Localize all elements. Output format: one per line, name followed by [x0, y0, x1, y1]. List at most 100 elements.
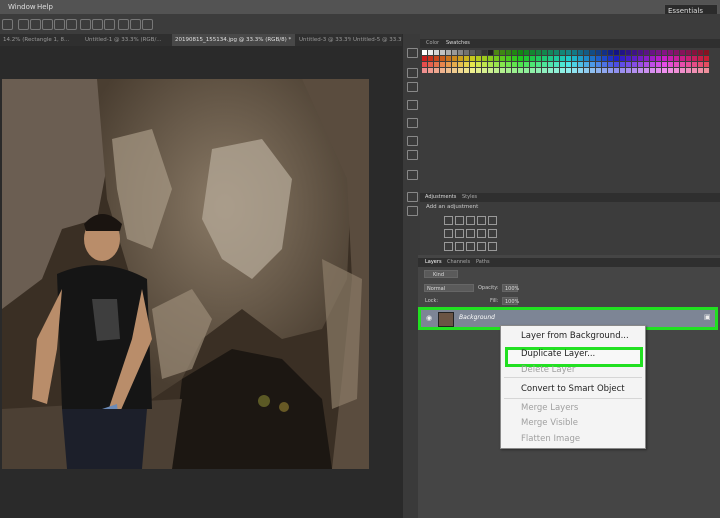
color-swatch[interactable] — [476, 56, 481, 61]
color-swatch[interactable] — [632, 62, 637, 67]
color-swatch[interactable] — [704, 56, 709, 61]
color-swatch[interactable] — [614, 50, 619, 55]
color-swatch[interactable] — [512, 56, 517, 61]
menu-item-duplicate-layer[interactable]: Duplicate Layer... — [521, 349, 595, 359]
color-swatch[interactable] — [572, 68, 577, 73]
color-swatch[interactable] — [566, 50, 571, 55]
channel-mixer-icon[interactable] — [488, 229, 497, 238]
lock-icon[interactable]: ▣ — [704, 313, 711, 321]
gradient-map-icon[interactable] — [477, 242, 486, 251]
info-icon[interactable] — [407, 100, 418, 110]
color-swatch[interactable] — [506, 56, 511, 61]
color-swatch[interactable] — [518, 62, 523, 67]
properties-icon[interactable] — [407, 118, 418, 128]
menu-item-layer-from-background[interactable]: Layer from Background... — [521, 331, 629, 341]
color-swatch[interactable] — [422, 56, 427, 61]
color-swatch[interactable] — [428, 68, 433, 73]
color-swatch[interactable] — [650, 62, 655, 67]
color-swatch[interactable] — [536, 68, 541, 73]
color-swatch[interactable] — [602, 62, 607, 67]
color-swatch[interactable] — [590, 68, 595, 73]
tab-document-2[interactable]: Untitled-1 @ 33.3% (RGB/... — [82, 34, 173, 46]
align-left-icon[interactable] — [42, 19, 53, 30]
color-swatch[interactable] — [476, 68, 481, 73]
brush-icon[interactable] — [407, 68, 418, 78]
color-swatch[interactable] — [488, 50, 493, 55]
color-swatch[interactable] — [506, 50, 511, 55]
color-swatch[interactable] — [638, 50, 643, 55]
swatch-grid[interactable] — [422, 50, 720, 74]
color-swatch[interactable] — [548, 50, 553, 55]
visibility-eye-icon[interactable]: ◉ — [426, 314, 432, 322]
color-swatch[interactable] — [704, 50, 709, 55]
color-swatch[interactable] — [530, 62, 535, 67]
distribute-left-icon[interactable] — [118, 19, 129, 30]
color-swatch[interactable] — [560, 62, 565, 67]
levels-icon[interactable] — [455, 216, 464, 225]
color-swatch[interactable] — [470, 62, 475, 67]
color-swatch[interactable] — [698, 62, 703, 67]
color-swatch[interactable] — [668, 62, 673, 67]
color-swatch[interactable] — [692, 50, 697, 55]
color-swatch[interactable] — [656, 62, 661, 67]
color-swatch[interactable] — [608, 56, 613, 61]
color-swatch[interactable] — [650, 68, 655, 73]
color-swatch[interactable] — [542, 56, 547, 61]
selective-color-icon[interactable] — [488, 242, 497, 251]
color-swatch[interactable] — [686, 68, 691, 73]
color-swatch[interactable] — [482, 68, 487, 73]
color-swatch[interactable] — [554, 62, 559, 67]
fill-field[interactable]: 100% — [502, 297, 519, 305]
color-swatch[interactable] — [482, 56, 487, 61]
color-swatch[interactable] — [452, 68, 457, 73]
color-swatch[interactable] — [632, 68, 637, 73]
color-swatch[interactable] — [542, 62, 547, 67]
color-swatch[interactable] — [674, 56, 679, 61]
color-swatch[interactable] — [584, 68, 589, 73]
opacity-field[interactable]: 100% — [502, 284, 519, 292]
color-swatch[interactable] — [578, 62, 583, 67]
tab-color[interactable]: Color — [426, 40, 439, 46]
color-swatch[interactable] — [494, 62, 499, 67]
navigator-icon[interactable] — [407, 206, 418, 216]
color-swatch[interactable] — [536, 50, 541, 55]
posterize-icon[interactable] — [455, 242, 464, 251]
color-swatch[interactable] — [668, 50, 673, 55]
color-swatch[interactable] — [524, 56, 529, 61]
color-swatch[interactable] — [500, 50, 505, 55]
color-swatch[interactable] — [446, 56, 451, 61]
color-swatch[interactable] — [506, 68, 511, 73]
color-swatch[interactable] — [626, 50, 631, 55]
color-swatch[interactable] — [584, 62, 589, 67]
color-swatch[interactable] — [680, 50, 685, 55]
menu-item-convert-to-smart-object[interactable]: Convert to Smart Object — [521, 384, 625, 394]
color-swatch[interactable] — [656, 68, 661, 73]
align-bottom-icon[interactable] — [30, 19, 41, 30]
color-swatch[interactable] — [668, 68, 673, 73]
color-swatch[interactable] — [476, 50, 481, 55]
color-swatch[interactable] — [656, 56, 661, 61]
color-swatch[interactable] — [530, 56, 535, 61]
color-swatch[interactable] — [500, 56, 505, 61]
color-swatch[interactable] — [422, 50, 427, 55]
color-swatch[interactable] — [578, 68, 583, 73]
invert-icon[interactable] — [444, 242, 453, 251]
color-swatch[interactable] — [674, 50, 679, 55]
color-swatch[interactable] — [662, 56, 667, 61]
color-swatch[interactable] — [614, 62, 619, 67]
color-swatch[interactable] — [668, 56, 673, 61]
color-swatch[interactable] — [626, 56, 631, 61]
tab-styles[interactable]: Styles — [462, 194, 477, 200]
color-swatch[interactable] — [524, 68, 529, 73]
align-center-icon[interactable] — [54, 19, 65, 30]
color-swatch[interactable] — [662, 68, 667, 73]
color-swatch[interactable] — [638, 68, 643, 73]
distribute-bottom-icon[interactable] — [104, 19, 115, 30]
color-swatch[interactable] — [542, 50, 547, 55]
exposure-icon[interactable] — [477, 216, 486, 225]
color-swatch[interactable] — [662, 62, 667, 67]
color-swatch[interactable] — [434, 68, 439, 73]
color-swatch[interactable] — [488, 62, 493, 67]
tab-swatches[interactable]: Swatches — [446, 40, 470, 46]
color-swatch[interactable] — [572, 50, 577, 55]
